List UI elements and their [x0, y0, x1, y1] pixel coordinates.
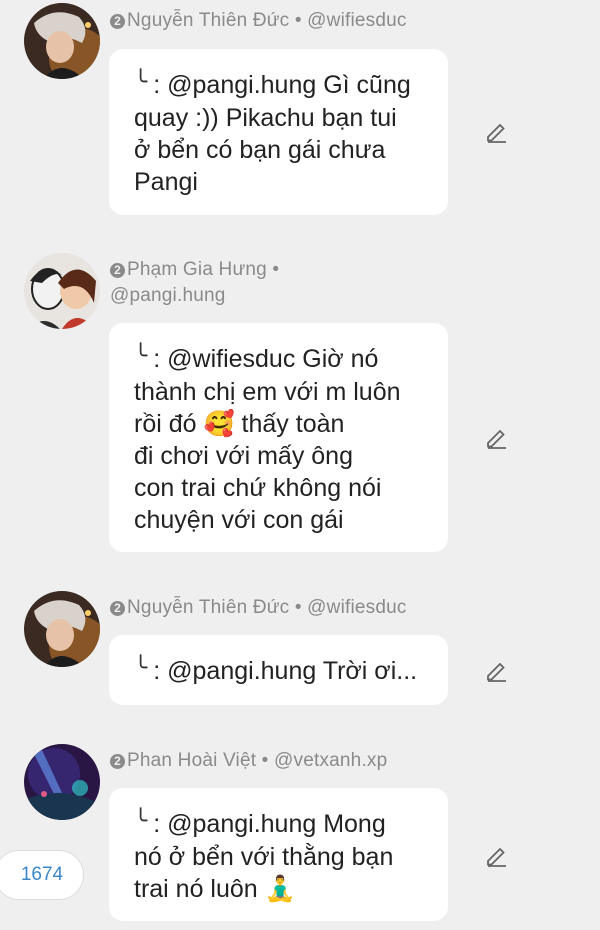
rank-badge: 2 [110, 754, 125, 769]
comment-meta: 2 Phan Hoài Việt • @vetxanh.xp [110, 748, 387, 774]
comment-bubble: ╰: @pangi.hung Trời ơi... [109, 635, 448, 705]
comment-text: : @pangi.hung Gì cũng [153, 71, 411, 99]
comment-line: đi chơi với mấy ông [134, 442, 353, 470]
author-line[interactable]: Nguyễn Thiên Đức • @wifiesduc [127, 10, 407, 31]
comment-line: Pangi [134, 168, 198, 196]
rank-badge: 2 [110, 601, 125, 616]
reply-arrow-icon: ╰ [134, 343, 148, 368]
author-line[interactable]: 2 Phạm Gia Hưng • [110, 257, 279, 283]
reply-arrow-icon: ╰ [134, 655, 148, 680]
comment-text: : @pangi.hung Trời ơi... [153, 657, 418, 685]
author-line[interactable]: Nguyễn Thiên Đức • @wifiesduc [127, 597, 407, 618]
avatar[interactable] [24, 253, 100, 329]
pencil-icon[interactable] [484, 118, 510, 144]
comment-text: : @wifiesduc Giờ nó [153, 345, 379, 373]
comment-line: ở bển có bạn gái chưa [134, 136, 386, 164]
comment-meta: 2 Nguyễn Thiên Đức • @wifiesduc [110, 8, 407, 34]
avatar[interactable] [24, 591, 100, 667]
comment-line: ╰: @pangi.hung Trời ơi... [134, 655, 430, 688]
pencil-icon[interactable] [484, 657, 510, 683]
comment-line: ╰: @pangi.hung Mong [134, 808, 430, 841]
reply-arrow-icon: ╰ [134, 808, 148, 833]
comment-line: thành chị em với m luôn [134, 378, 401, 406]
comment-bubble: ╰: @pangi.hung Mong nó ở bển với thằng b… [109, 788, 448, 921]
comment-line: trai nó luôn 🧘‍♂️ [134, 875, 296, 903]
comment-line: rồi đó 🥰 thấy toàn [134, 410, 345, 438]
author-handle[interactable]: @pangi.hung [110, 283, 279, 309]
comment-line: ╰: @pangi.hung Gì cũng [134, 69, 430, 102]
avatar[interactable] [24, 744, 100, 820]
rank-badge: 2 [110, 263, 125, 278]
comment-text: : @pangi.hung Mong [153, 810, 386, 838]
comment-meta: 2 Phạm Gia Hưng • @pangi.hung [110, 257, 279, 309]
comment-line: ╰: @wifiesduc Giờ nó [134, 343, 430, 376]
comment-bubble: ╰: @wifiesduc Giờ nó thành chị em với m … [109, 323, 448, 552]
author-name: Phạm Gia Hưng • [127, 259, 280, 280]
author-line[interactable]: Phan Hoài Việt • @vetxanh.xp [127, 750, 387, 771]
comment-line: con trai chứ không nói [134, 474, 382, 502]
comment-count-badge[interactable]: 1674 [0, 850, 84, 900]
pencil-icon[interactable] [484, 424, 510, 450]
avatar[interactable] [24, 3, 100, 79]
comment-line: nó ở bển với thằng bạn [134, 843, 394, 871]
comment-line: chuyện với con gái [134, 506, 344, 534]
comment-bubble: ╰: @pangi.hung Gì cũng quay :)) Pikachu … [109, 49, 448, 215]
rank-badge: 2 [110, 14, 125, 29]
comment-meta: 2 Nguyễn Thiên Đức • @wifiesduc [110, 595, 407, 621]
comment-line: quay :)) Pikachu bạn tui [134, 104, 397, 132]
reply-arrow-icon: ╰ [134, 69, 148, 94]
pencil-icon[interactable] [484, 842, 510, 868]
